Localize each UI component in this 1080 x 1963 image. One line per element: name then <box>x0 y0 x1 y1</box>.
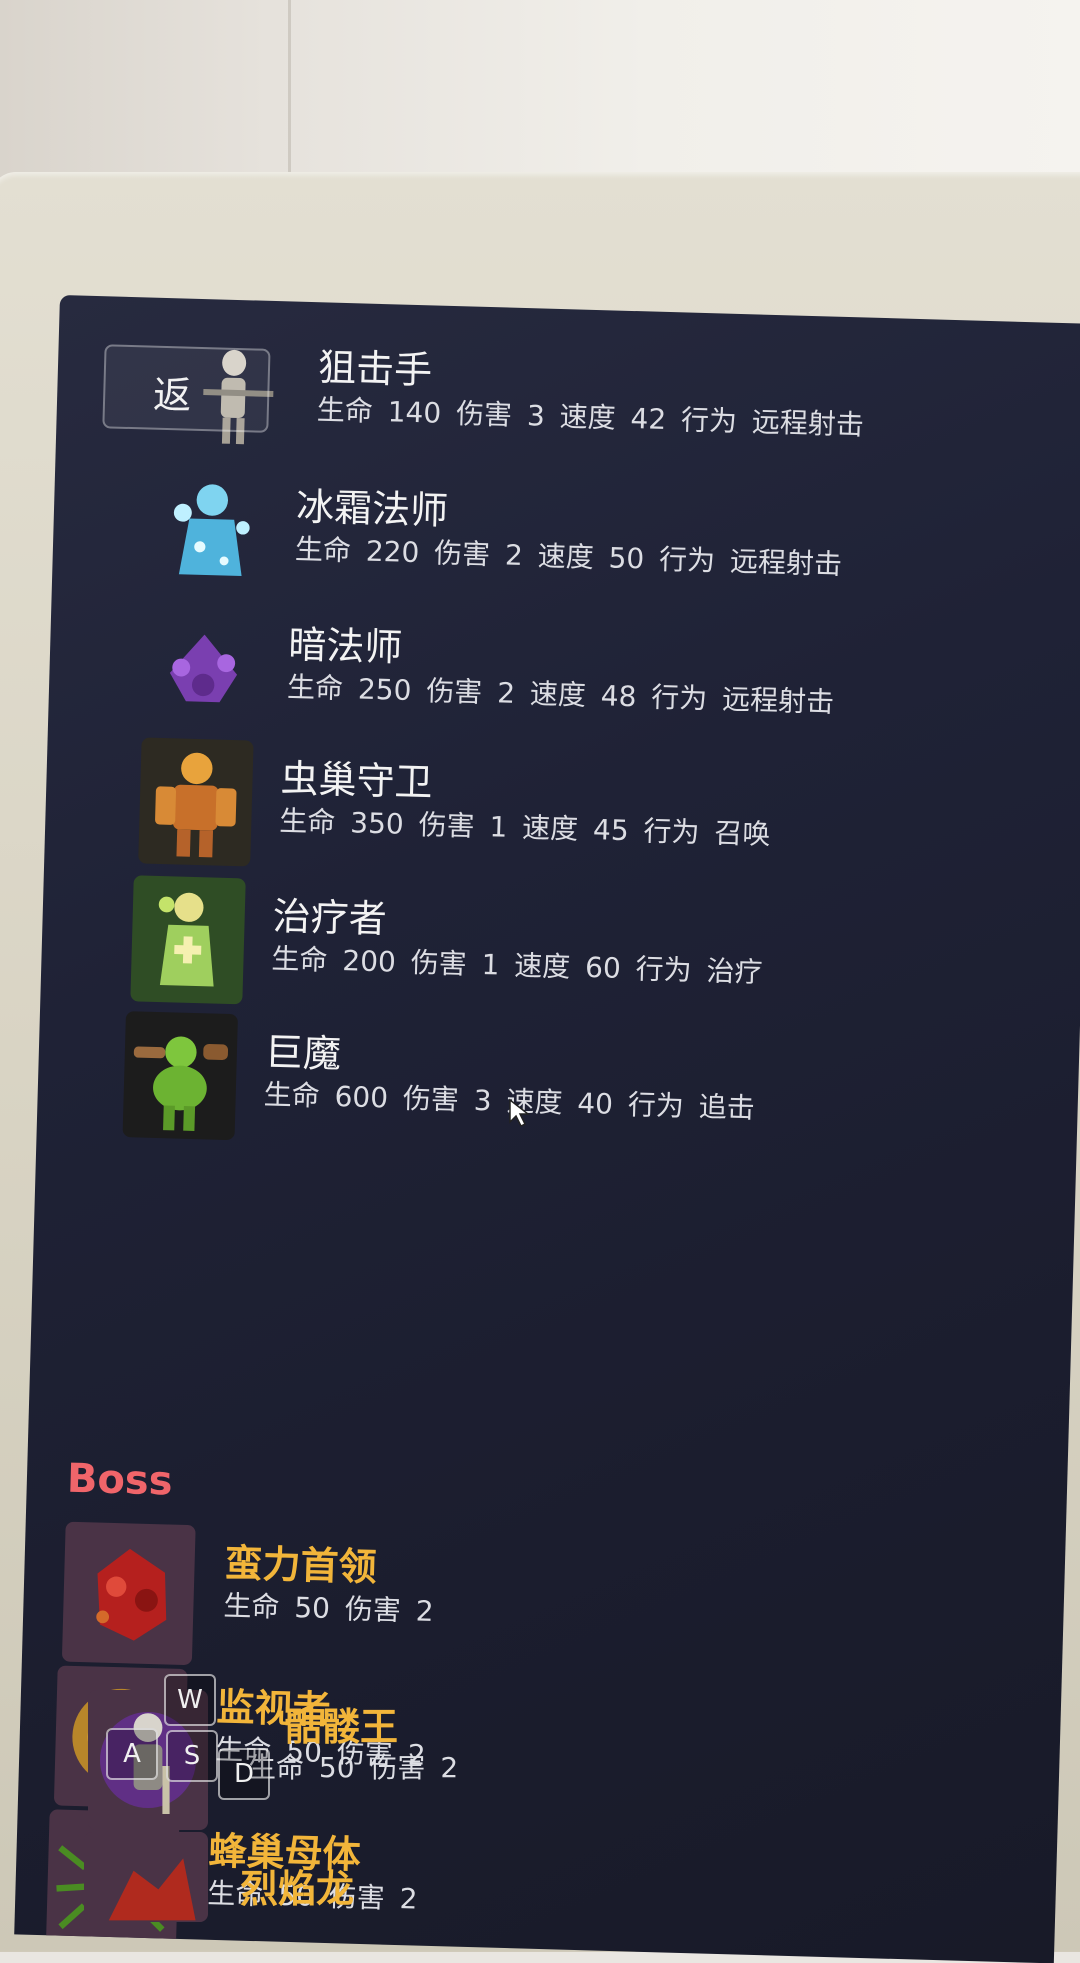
boss-name: 骷髅王 <box>284 1705 399 1749</box>
hive-guard-icon <box>138 737 254 867</box>
boss-stats: 生命 50 伤害 2 <box>248 1751 459 1784</box>
enemy-row-frost-mage: 冰霜法师 生命 220 伤害 2 速度 50 行为 远程射击 <box>154 466 842 581</box>
healer-icon <box>130 875 246 1005</box>
enemy-name: 狙击手 <box>317 345 433 393</box>
key-a[interactable]: A <box>106 1728 158 1780</box>
boss-stats: 生命 50 伤害 2 <box>223 1589 435 1628</box>
enemy-name: 虫巢守卫 <box>279 756 434 805</box>
key-w[interactable]: W <box>164 1674 216 1726</box>
back-button[interactable]: 返 <box>102 344 271 433</box>
brute-boss-icon <box>61 1521 196 1666</box>
enemy-row-troll: 巨魔 生命 600 伤害 3 速度 40 行为 追击 <box>122 1011 755 1141</box>
wall-seam <box>288 0 291 195</box>
boss-name: 烈焰龙 <box>240 1867 355 1911</box>
enemy-name: 暗法师 <box>287 622 403 670</box>
enemy-stats: 生命 220 伤害 2 速度 50 行为 远程射击 <box>294 532 843 581</box>
boss-row-hive-mother: 蜂巢母体 生命 50 伤害 2 <box>45 1809 418 1953</box>
enemy-row-dark-mage: 暗法师 生命 250 伤害 2 速度 48 行为 远程射击 <box>146 604 835 719</box>
boss-name: 蛮力首领 <box>224 1541 378 1590</box>
enemy-stats: 生命 350 伤害 1 速度 45 行为 召唤 <box>278 804 771 852</box>
enemy-row-hive-guard: 虫巢守卫 生命 350 伤害 1 速度 45 行为 召唤 <box>138 737 771 867</box>
enemy-name: 冰霜法师 <box>295 484 449 533</box>
wall-background <box>0 0 1080 200</box>
enemy-name: 治疗者 <box>272 894 388 942</box>
flame-dragon-icon <box>84 1832 208 1922</box>
key-d[interactable]: D <box>218 1748 270 1800</box>
key-s[interactable]: S <box>166 1730 218 1782</box>
enemy-row-healer: 治疗者 生命 200 伤害 1 速度 60 行为 治疗 <box>130 875 763 1005</box>
dark-mage-icon <box>146 604 261 733</box>
boss-row-watcher: 监视者 生命 50 伤害 2 <box>53 1665 426 1810</box>
troll-icon <box>122 1011 238 1141</box>
frost-mage-icon <box>154 466 269 595</box>
boss-row-brute: 蛮力首领 生命 50 伤害 2 <box>61 1521 434 1666</box>
enemy-stats: 生命 250 伤害 2 速度 48 行为 远程射击 <box>286 670 835 719</box>
enemy-stats: 生命 200 伤害 1 速度 60 行为 治疗 <box>271 942 764 989</box>
enemy-stats: 生命 140 伤害 3 速度 42 行为 远程射击 <box>316 393 865 442</box>
boss-section-header: Boss <box>66 1455 174 1505</box>
enemy-name: 巨魔 <box>264 1030 342 1077</box>
mouse-cursor-icon <box>509 1098 530 1128</box>
back-button-label: 返 <box>152 372 192 418</box>
